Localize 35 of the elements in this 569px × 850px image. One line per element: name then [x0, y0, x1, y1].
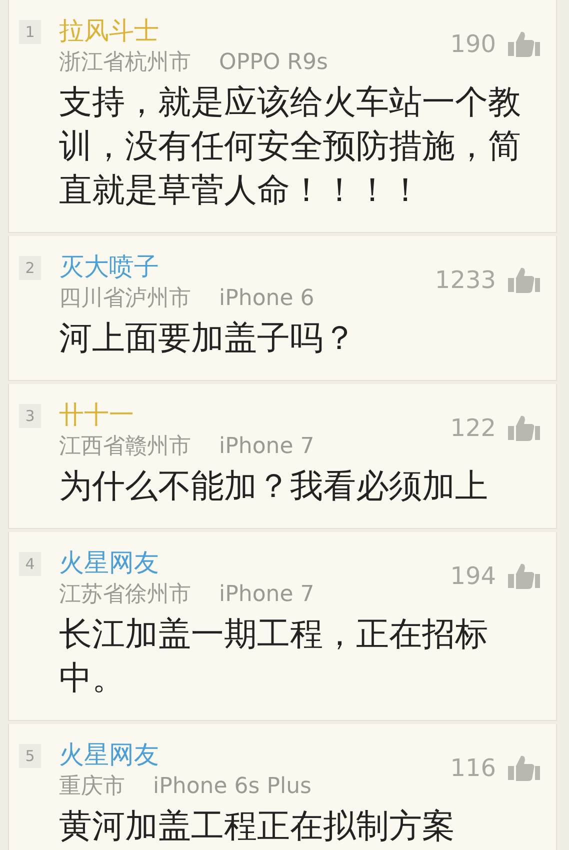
device-text: OPPO R9s [219, 49, 328, 77]
comment-text: 支持，就是应该给火车站一个教训，没有任何安全预防措施，简直就是草菅人命！！！！ [59, 81, 522, 211]
location-text: 四川省泸州市 [59, 285, 191, 313]
like-count: 116 [450, 754, 496, 782]
rank-number: 3 [19, 404, 41, 428]
rank-number: 1 [19, 20, 41, 44]
comment-text: 长江加盖一期工程，正在招标中。 [59, 613, 489, 699]
thumbs-up-icon[interactable] [506, 266, 540, 294]
location-text: 江西省赣州市 [59, 433, 191, 461]
thumbs-up-icon[interactable] [506, 30, 540, 58]
like-count: 194 [450, 562, 496, 590]
username[interactable]: 拉风斗士 [59, 14, 438, 48]
username[interactable]: 灭大喷子 [59, 250, 423, 284]
device-text: iPhone 7 [219, 581, 314, 609]
location-text: 浙江省杭州市 [59, 49, 191, 77]
thumbs-up-icon[interactable] [506, 754, 540, 782]
thumbs-up-icon[interactable] [506, 562, 540, 590]
username[interactable]: 卄十一 [59, 398, 438, 432]
device-text: iPhone 6s Plus [153, 773, 312, 801]
like-count: 1233 [434, 266, 496, 294]
comment-text: 为什么不能加？我看必须加上 [59, 465, 489, 507]
like-count: 190 [450, 30, 496, 58]
username[interactable]: 火星网友 [59, 738, 438, 772]
comment-text: 河上面要加盖子吗？ [59, 317, 357, 359]
device-text: iPhone 7 [219, 433, 314, 461]
device-text: iPhone 6 [219, 285, 314, 313]
location-text: 重庆市 [59, 773, 125, 801]
like-count: 122 [450, 414, 496, 442]
rank-number: 2 [19, 256, 41, 280]
rank-number: 5 [19, 744, 41, 768]
thumbs-up-icon[interactable] [506, 414, 540, 442]
rank-number: 4 [19, 552, 41, 576]
comment-text: 黄河加盖工程正在拟制方案 [59, 805, 456, 847]
location-text: 江苏省徐州市 [59, 581, 191, 609]
username[interactable]: 火星网友 [59, 546, 438, 580]
